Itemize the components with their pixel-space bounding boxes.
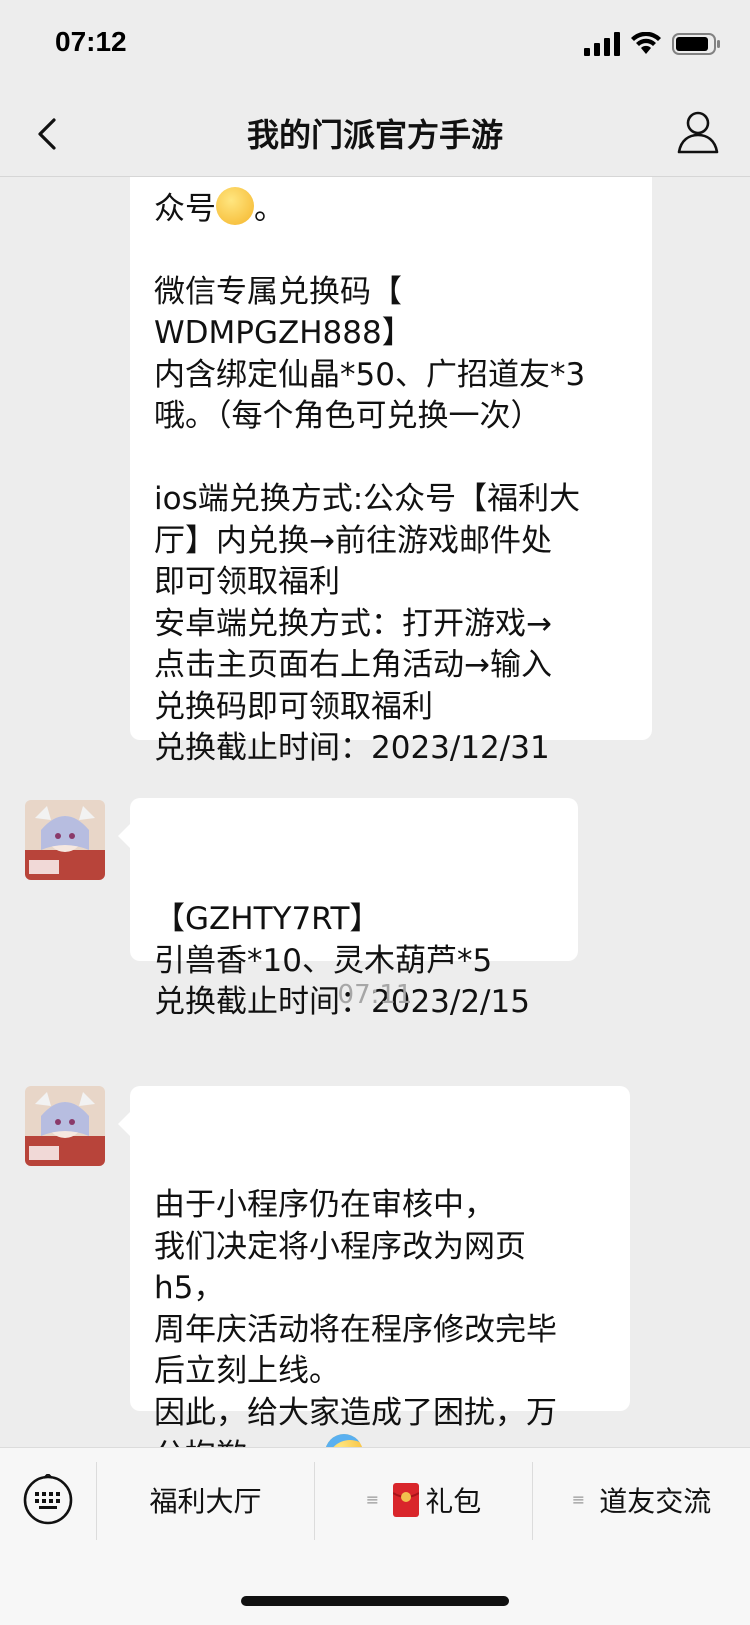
message-text: 微信专属兑换码【 WDMPGZH888】 内含绑定仙晶*50、广招道友*3 哦。… [154,273,586,767]
message-partial-line: 众号 。 [154,186,628,231]
smile-emoji-icon [216,186,254,225]
menu-item-label: 道友交流 [599,1485,712,1518]
menu-item-label: 礼包 [425,1485,482,1518]
wifi-icon [631,32,661,54]
message-bubble[interactable]: 【GZHTY7RT】 引兽香*10、灵木葫芦*5 兑换截止时间：2023/2/1… [118,798,578,1020]
bubble-tail [118,1112,130,1136]
chat-area[interactable]: 众号 。 微信专属兑换码【 WDMPGZH888】 内含绑定仙晶*50、广招道友*… [0,177,750,1447]
submenu-icon: ≡ [571,1490,586,1509]
status-icons [584,32,722,56]
avatar[interactable] [25,800,105,880]
avatar-image [25,1086,105,1166]
message-partial-tail: 。 [254,190,285,227]
bubble-tail [118,824,130,848]
battery-icon [672,33,720,55]
menu-item-label: 福利大厅 [149,1485,262,1518]
status-bar: 07:12 [0,0,750,92]
status-time: 07:12 [55,26,127,57]
menu-item-gift-pack[interactable]: ≡ 礼包 [315,1448,532,1552]
red-envelope-icon [393,1483,420,1517]
message-text-wrap: 由于小程序仍在审核中， 我们决定将小程序改为网页 h5， 周年庆活动将在程序修改… [154,1185,606,1447]
avatar-image [25,800,105,880]
message-bubble[interactable]: 众号 。 微信专属兑换码【 WDMPGZH888】 内含绑定仙晶*50、广招道友*… [130,177,652,766]
page-title: 我的门派官方手游 [246,116,503,154]
cellular-signal-icon [584,32,620,56]
crying-face-emoji-icon [324,1434,363,1447]
menu-item-welfare-hall[interactable]: 福利大厅 [97,1448,314,1552]
home-indicator[interactable] [241,1596,509,1606]
avatar[interactable] [25,1086,105,1166]
chat-timestamp: 07:11 [337,980,413,1010]
nav-bar: 我的门派官方手游 [0,92,750,177]
message-bubble[interactable]: 由于小程序仍在审核中， 我们决定将小程序改为网页 h5， 周年庆活动将在程序修改… [118,1086,630,1447]
menu-item-community[interactable]: ≡ 道友交流 [533,1448,750,1552]
message-partial-text: 众号 [154,190,216,227]
keyboard-icon[interactable] [22,1474,74,1526]
user-profile-icon[interactable] [674,108,722,156]
submenu-icon: ≡ [365,1490,380,1509]
message-text: 由于小程序仍在审核中， 我们决定将小程序改为网页 h5， 周年庆活动将在程序修改… [154,1187,557,1447]
